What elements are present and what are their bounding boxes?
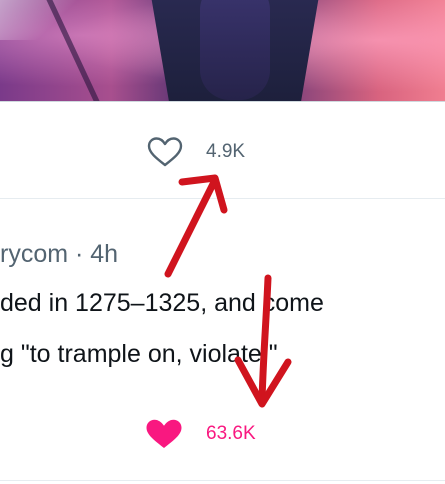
heart-outline-icon[interactable] [146, 136, 184, 168]
post-divider [0, 198, 445, 199]
like-action-top[interactable]: 4.9K [146, 136, 245, 168]
like-count: 63.6K [206, 423, 256, 444]
post-text-line-1: ded in 1275–1325, and come [0, 289, 324, 317]
post-divider [0, 480, 445, 481]
media-figure-head [200, 0, 270, 100]
like-count: 4.9K [206, 141, 246, 162]
post-author-time[interactable]: rycom · 4h [0, 240, 118, 269]
media-border [0, 101, 445, 102]
heart-filled-icon[interactable] [144, 418, 184, 450]
post-text-line-2: g "to trample on, violate." [0, 340, 278, 368]
arrow-up-icon [164, 174, 228, 278]
media-highlight [0, 0, 90, 40]
like-action-bottom[interactable]: 63.6K [144, 418, 256, 450]
post-media-image[interactable] [0, 0, 445, 101]
